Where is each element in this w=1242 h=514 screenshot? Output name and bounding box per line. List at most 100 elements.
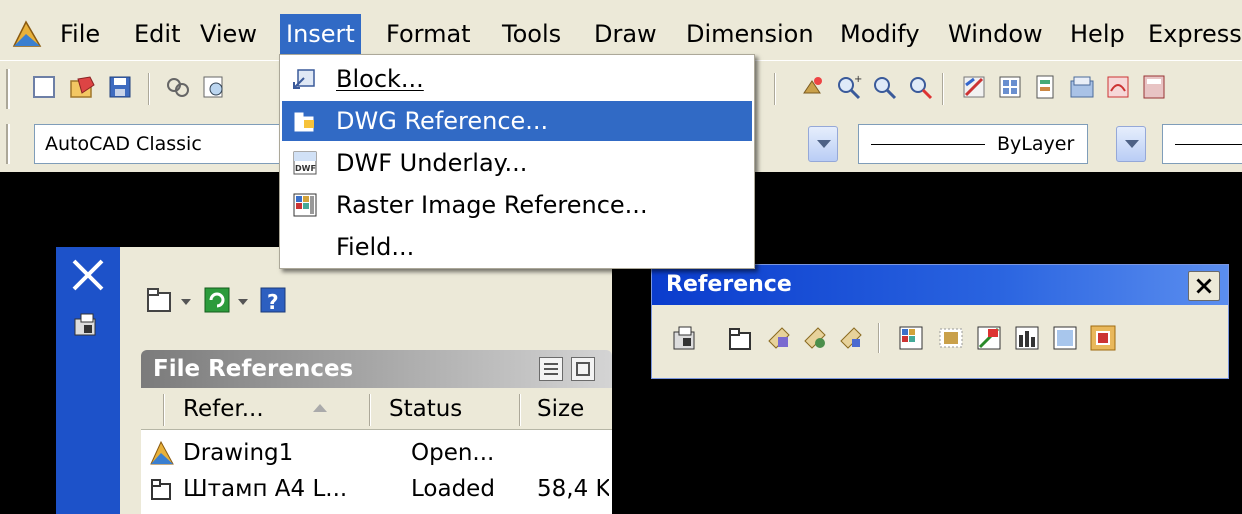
svg-text:DWF: DWF	[295, 164, 316, 173]
markup-set-manager-icon[interactable]	[1104, 73, 1132, 101]
lineweight-sample	[1175, 144, 1242, 145]
chevron-down-icon[interactable]	[181, 299, 191, 305]
reference-status: Open...	[411, 440, 495, 466]
image-clip-icon[interactable]	[936, 323, 966, 353]
zoom-previous-icon[interactable]	[906, 73, 934, 101]
file-references-header[interactable]: File References	[141, 350, 612, 388]
sort-ascending-icon	[313, 404, 327, 412]
close-icon[interactable]	[68, 255, 108, 295]
menu-file[interactable]: File	[54, 14, 106, 54]
menu-window[interactable]: Window	[942, 14, 1049, 54]
image-frame-icon[interactable]	[1088, 323, 1118, 353]
menu-help[interactable]: Help	[1064, 14, 1131, 54]
menu-item-label: DWG Reference...	[336, 107, 549, 135]
xref-attach-icon	[151, 479, 171, 500]
sheet-set-manager-icon[interactable]	[1068, 73, 1096, 101]
image-transparency-icon[interactable]	[1050, 323, 1080, 353]
menu-item-label: Raster Image Reference...	[336, 191, 648, 219]
menu-draw[interactable]: Draw	[588, 14, 663, 54]
reference-name: Штамп А4 L...	[183, 476, 348, 502]
menu-item-label: Field...	[336, 233, 415, 261]
list-view-icon[interactable]	[539, 357, 563, 381]
lineweight-combo[interactable]	[1162, 124, 1242, 164]
menu-dimension[interactable]: Dimension	[680, 14, 820, 54]
clip-xref-icon[interactable]	[764, 323, 794, 353]
raster-image-icon	[293, 193, 317, 217]
menu-item-dwg-reference[interactable]: DWG Reference...	[282, 101, 752, 141]
attach-xref-icon[interactable]	[726, 323, 756, 353]
workspace-combo[interactable]: AutoCAD Classic	[34, 124, 284, 164]
plot-preview-icon[interactable]	[200, 73, 228, 101]
zoom-realtime-icon[interactable]: +	[834, 73, 862, 101]
menu-item-raster-image-reference[interactable]: Raster Image Reference...	[282, 185, 752, 225]
linetype-dropdown-button[interactable]	[1116, 126, 1146, 162]
toolbar-separator	[942, 73, 944, 105]
save-icon[interactable]	[106, 73, 134, 101]
toolbar-separator	[774, 73, 776, 105]
close-icon[interactable]	[1188, 271, 1220, 301]
chevron-down-icon[interactable]	[238, 299, 248, 305]
file-references-title: File References	[153, 356, 354, 382]
xref-edge-frame-icon[interactable]	[800, 323, 830, 353]
reference-toolbar: Reference	[651, 264, 1229, 379]
toolbar-grip[interactable]	[6, 124, 10, 164]
properties-icon[interactable]	[960, 73, 988, 101]
tree-view-icon[interactable]	[571, 357, 595, 381]
svg-text:+: +	[854, 74, 862, 85]
menu-modify[interactable]: Modify	[834, 14, 926, 54]
insert-menu-dropdown: Block... DWG Reference... DWF DWF Underl…	[279, 54, 755, 269]
reference-size: 58,4 K	[537, 476, 609, 502]
file-references-list: Drawing1 Open... Штамп А4 L... Loaded 58…	[141, 430, 612, 514]
palette-title-strip[interactable]	[56, 247, 120, 514]
menu-format[interactable]: Format	[380, 14, 477, 54]
external-references-palette: ? File References Refer... Status Size D…	[56, 247, 612, 514]
layer-dropdown-button[interactable]	[808, 126, 838, 162]
table-row[interactable]: Штамп А4 L... Loaded 58,4 K	[141, 472, 612, 506]
reference-toolbar-title: Reference	[666, 272, 792, 297]
quickcalc-icon[interactable]	[1140, 73, 1168, 101]
image-quality-icon[interactable]	[1012, 323, 1042, 353]
help-icon[interactable]: ?	[256, 283, 290, 317]
xbind-icon[interactable]	[836, 323, 866, 353]
menu-express[interactable]: Express	[1142, 14, 1242, 54]
menu-view[interactable]: View	[194, 14, 263, 54]
column-separator[interactable]	[519, 394, 521, 426]
attach-image-icon[interactable]	[896, 323, 926, 353]
reference-toolbar-titlebar[interactable]: Reference	[652, 265, 1228, 305]
column-header-size[interactable]: Size	[537, 388, 584, 430]
file-references-column-headers: Refer... Status Size	[141, 388, 612, 430]
new-drawing-icon[interactable]	[30, 73, 58, 101]
linetype-combo[interactable]: ByLayer	[858, 124, 1088, 164]
external-references-icon[interactable]	[670, 323, 700, 353]
plot-icon[interactable]	[164, 73, 192, 101]
zoom-window-icon[interactable]	[870, 73, 898, 101]
refresh-icon[interactable]	[200, 283, 234, 317]
attach-dwg-icon[interactable]	[144, 283, 178, 317]
table-row[interactable]: Drawing1 Open...	[141, 436, 612, 470]
menu-edit[interactable]: Edit	[128, 14, 186, 54]
svg-text:?: ?	[267, 290, 279, 314]
dwf-underlay-icon: DWF	[293, 151, 317, 175]
menu-item-field[interactable]: Field...	[282, 227, 752, 267]
image-adjust-icon[interactable]	[974, 323, 1004, 353]
toolbar-grip[interactable]	[6, 69, 10, 109]
menu-tools[interactable]: Tools	[496, 14, 567, 54]
drawing-icon	[150, 440, 174, 465]
pan-realtime-icon[interactable]	[798, 73, 826, 101]
column-separator[interactable]	[369, 394, 371, 426]
menu-item-block[interactable]: Block...	[282, 59, 752, 99]
toolbar-separator	[148, 73, 150, 105]
design-center-icon[interactable]	[996, 73, 1024, 101]
menu-bar: File Edit View Insert Format Tools Draw …	[0, 0, 1242, 60]
menu-insert[interactable]: Insert	[280, 14, 361, 54]
tool-palettes-icon[interactable]	[1032, 73, 1060, 101]
autocad-app-icon[interactable]	[12, 20, 42, 48]
reference-name: Drawing1	[183, 440, 294, 466]
menu-item-dwf-underlay[interactable]: DWF DWF Underlay...	[282, 143, 752, 183]
reference-status: Loaded	[411, 476, 495, 502]
column-header-status[interactable]: Status	[389, 388, 462, 430]
sheet-set-icon[interactable]	[68, 73, 96, 101]
column-header-reference-name[interactable]: Refer...	[183, 388, 264, 430]
reference-size	[537, 436, 609, 470]
toolbar-separator	[878, 323, 880, 353]
